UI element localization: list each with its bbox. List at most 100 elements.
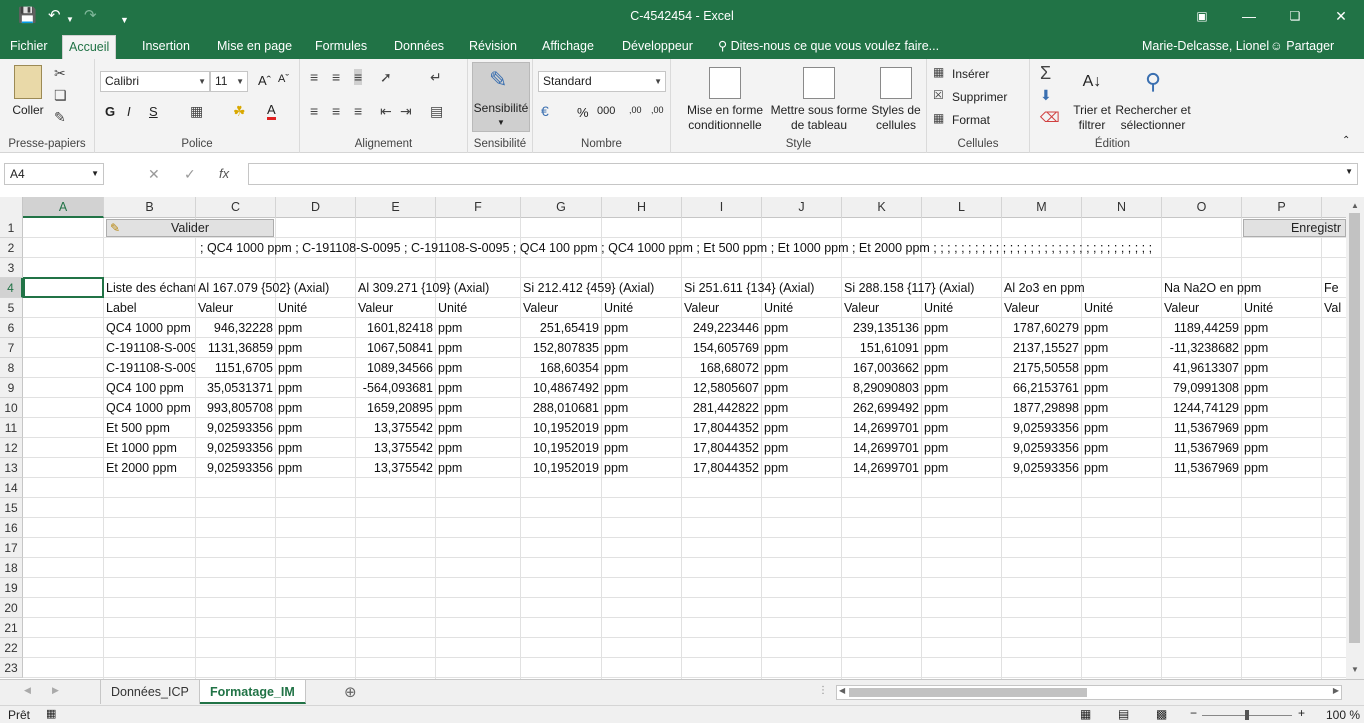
unit-cell[interactable]: ppm: [1082, 358, 1161, 378]
tab-split-handle-icon[interactable]: ⋮: [818, 685, 828, 696]
tab-fichier[interactable]: Fichier: [4, 33, 54, 59]
fill-icon[interactable]: ⬇: [1040, 87, 1052, 104]
value-cell[interactable]: 251,65419: [521, 318, 601, 338]
conditional-format-button[interactable]: Mise en forme conditionnelle: [679, 67, 771, 133]
value-cell[interactable]: 2175,50558: [1002, 358, 1081, 378]
row-header-5[interactable]: 5: [0, 298, 23, 318]
unit-cell[interactable]: ppm: [1242, 458, 1321, 478]
value-cell[interactable]: 288,010681: [521, 398, 601, 418]
unit-cell[interactable]: ppm: [922, 438, 1001, 458]
unit-cell[interactable]: ppm: [436, 458, 520, 478]
currency-icon[interactable]: €: [541, 103, 549, 119]
unit-cell[interactable]: ppm: [762, 418, 841, 438]
vertical-scroll-thumb[interactable]: [1349, 213, 1360, 643]
value-cell[interactable]: 13,375542: [356, 418, 435, 438]
borders-icon[interactable]: ▦: [190, 103, 203, 120]
value-cell[interactable]: 154,605769: [682, 338, 761, 358]
row-header-7[interactable]: 7: [0, 338, 23, 358]
insert-function-icon[interactable]: fx: [219, 166, 229, 181]
column-header-c[interactable]: C: [196, 197, 276, 218]
value-cell[interactable]: 1244,74129: [1162, 398, 1241, 418]
row-header-2[interactable]: 2: [0, 238, 23, 258]
value-cell[interactable]: 1151,6705: [196, 358, 275, 378]
value-cell[interactable]: 35,0531371: [196, 378, 275, 398]
unit-cell[interactable]: ppm: [436, 418, 520, 438]
unit-cell[interactable]: ppm: [1082, 378, 1161, 398]
sample-label[interactable]: QC4 100 ppm: [104, 378, 195, 398]
value-cell[interactable]: 281,442822: [682, 398, 761, 418]
unit-cell[interactable]: ppm: [762, 338, 841, 358]
value-cell[interactable]: 151,61091: [842, 338, 921, 358]
unit-cell[interactable]: ppm: [1242, 338, 1321, 358]
value-cell[interactable]: 9,02593356: [1002, 418, 1081, 438]
header-unite[interactable]: Unité: [922, 298, 1001, 318]
align-middle-icon[interactable]: ≡: [332, 69, 340, 85]
unit-cell[interactable]: ppm: [602, 458, 681, 478]
value-cell[interactable]: 14,2699701: [842, 418, 921, 438]
merge-center-icon[interactable]: ▤: [430, 103, 443, 120]
zoom-slider-thumb[interactable]: [1245, 710, 1249, 720]
insert-button[interactable]: Insérer: [952, 67, 989, 81]
column-header-g[interactable]: G: [521, 197, 602, 218]
collapse-ribbon-icon[interactable]: ⌃: [1342, 135, 1350, 146]
unit-cell[interactable]: ppm: [762, 378, 841, 398]
value-cell[interactable]: 9,02593356: [1002, 438, 1081, 458]
name-box[interactable]: A4 ▼: [4, 163, 104, 185]
number-format-combo[interactable]: Standard ▼: [538, 71, 666, 92]
unit-cell[interactable]: ppm: [436, 338, 520, 358]
value-cell[interactable]: 1067,50841: [356, 338, 435, 358]
unit-cell[interactable]: ppm: [276, 338, 355, 358]
sort-filter-button[interactable]: A↓ Trier et filtrer: [1072, 67, 1112, 133]
header-valeur[interactable]: Valeur: [356, 298, 435, 318]
value-cell[interactable]: 8,29090803: [842, 378, 921, 398]
value-cell[interactable]: 9,02593356: [196, 418, 275, 438]
value-cell[interactable]: 1131,36859: [196, 338, 275, 358]
row4-liste[interactable]: Liste des échantillons: [104, 278, 195, 298]
decrease-indent-icon[interactable]: ⇤: [380, 103, 392, 120]
value-cell[interactable]: -11,3238682: [1162, 338, 1241, 358]
value-cell[interactable]: 14,2699701: [842, 458, 921, 478]
restore-button[interactable]: ❏: [1282, 5, 1308, 27]
fill-color-icon[interactable]: ☘: [233, 103, 246, 120]
sample-label[interactable]: Et 1000 ppm: [104, 438, 195, 458]
share-button[interactable]: ☺ Partager: [1270, 33, 1334, 59]
column-header-f[interactable]: F: [436, 197, 521, 218]
sample-label[interactable]: QC4 1000 ppm: [104, 398, 195, 418]
tab-mise-en-page[interactable]: Mise en page: [211, 33, 298, 59]
unit-cell[interactable]: ppm: [276, 398, 355, 418]
value-cell[interactable]: 1659,20895: [356, 398, 435, 418]
unit-cell[interactable]: ppm: [602, 398, 681, 418]
unit-cell[interactable]: ppm: [922, 338, 1001, 358]
sample-label[interactable]: C-191108-S-0095: [104, 358, 195, 378]
select-all-corner[interactable]: [0, 197, 23, 218]
row-header-19[interactable]: 19: [0, 578, 23, 598]
row4-si212[interactable]: Si 212.412 {459} (Axial): [521, 278, 681, 298]
font-size-combo[interactable]: 11 ▼: [210, 71, 248, 92]
tab-formules[interactable]: Formules: [309, 33, 373, 59]
value-cell[interactable]: 79,0991308: [1162, 378, 1241, 398]
value-cell[interactable]: 15: [1322, 398, 1346, 418]
value-cell[interactable]: 1601,82418: [356, 318, 435, 338]
unit-cell[interactable]: ppm: [1242, 398, 1321, 418]
row-header-13[interactable]: 13: [0, 458, 23, 478]
column-header-j[interactable]: J: [762, 197, 842, 218]
header-unite[interactable]: Unité: [1242, 298, 1321, 318]
unit-cell[interactable]: ppm: [602, 338, 681, 358]
unit-cell[interactable]: ppm: [1242, 438, 1321, 458]
header-valeur[interactable]: Valeur: [196, 298, 275, 318]
sample-label[interactable]: Et 500 ppm: [104, 418, 195, 438]
value-cell[interactable]: 14,2699701: [842, 438, 921, 458]
cell-styles-button[interactable]: Styles de cellules: [869, 67, 923, 133]
value-cell[interactable]: 10,1952019: [521, 438, 601, 458]
unit-cell[interactable]: ppm: [276, 378, 355, 398]
unit-cell[interactable]: ppm: [922, 418, 1001, 438]
header-label[interactable]: Label: [104, 298, 195, 318]
row-header-23[interactable]: 23: [0, 658, 23, 678]
unit-cell[interactable]: ppm: [1082, 318, 1161, 338]
row-header-20[interactable]: 20: [0, 598, 23, 618]
column-header-p[interactable]: P: [1242, 197, 1322, 218]
unit-cell[interactable]: ppm: [436, 318, 520, 338]
unit-cell[interactable]: ppm: [1082, 438, 1161, 458]
value-cell[interactable]: 17,8044352: [682, 458, 761, 478]
column-header-m[interactable]: M: [1002, 197, 1082, 218]
